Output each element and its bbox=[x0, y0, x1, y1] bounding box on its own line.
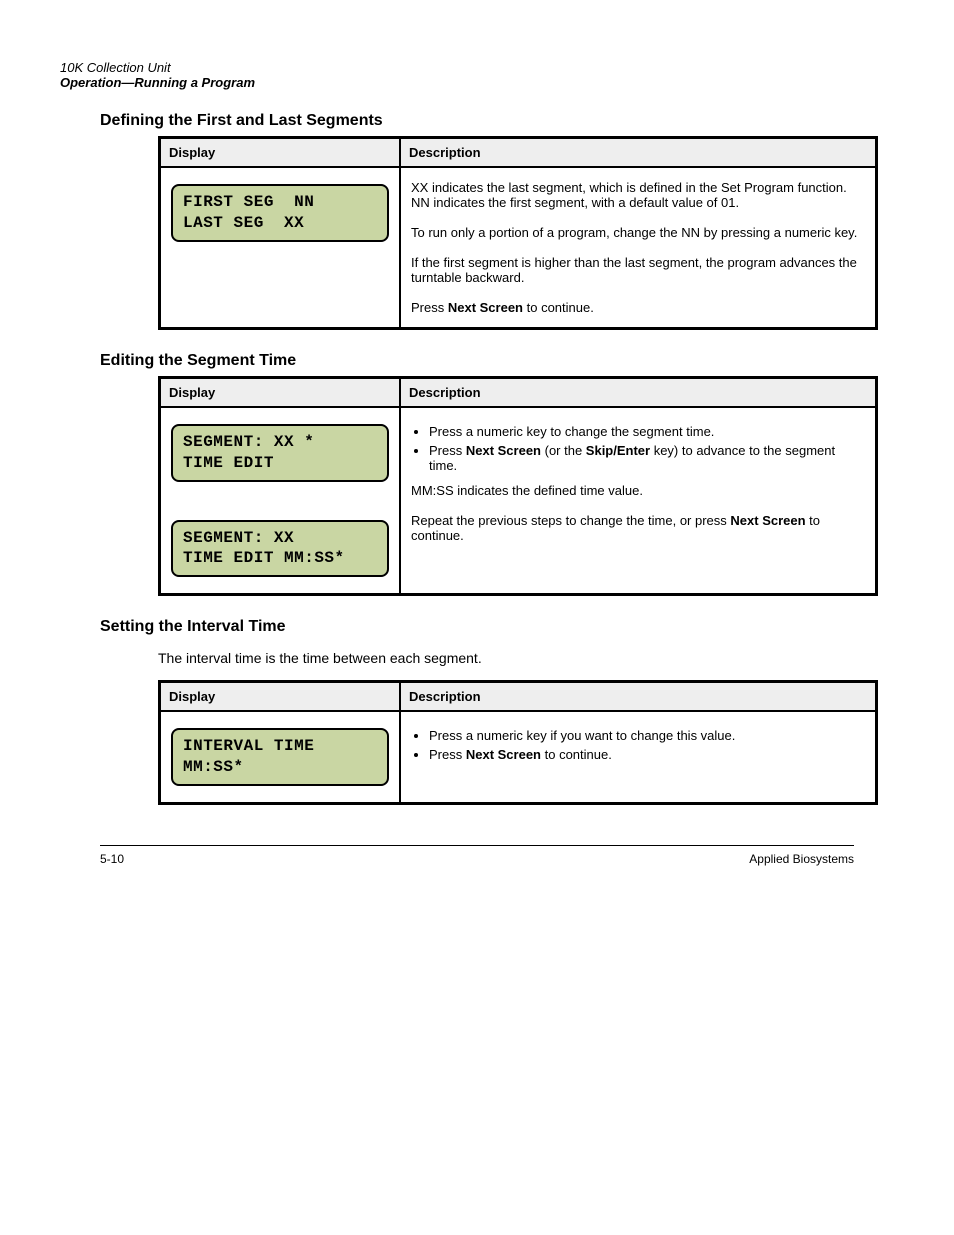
page-footer: 5-10 Applied Biosystems bbox=[100, 852, 854, 866]
table-header-display: Display bbox=[160, 682, 400, 711]
section-caption: The interval time is the time between ea… bbox=[158, 650, 854, 666]
lcd-screen: SEGMENT: XX TIME EDIT MM:SS* bbox=[171, 520, 389, 578]
table-header-display: Display bbox=[160, 378, 400, 407]
display-cell: INTERVAL TIME MM:SS* bbox=[160, 711, 400, 803]
table-header-display: Display bbox=[160, 138, 400, 167]
section-heading: Editing the Segment Time bbox=[100, 352, 854, 370]
section-heading: Setting the Interval Time bbox=[100, 618, 854, 636]
instruction-table: DisplayDescription FIRST SEG NN LAST SEG … bbox=[158, 136, 878, 330]
instruction-table: DisplayDescription INTERVAL TIME MM:SS*Pr… bbox=[158, 680, 878, 805]
section-heading: Defining the First and Last Segments bbox=[100, 112, 854, 130]
lcd-screen: SEGMENT: XX * TIME EDIT bbox=[171, 424, 389, 482]
lcd-screen: FIRST SEG NN LAST SEG XX bbox=[171, 184, 389, 242]
chapter-title: 10K Collection Unit bbox=[60, 60, 171, 75]
display-cell: FIRST SEG NN LAST SEG XX bbox=[160, 167, 400, 328]
footer-divider bbox=[100, 845, 854, 846]
instruction-table: DisplayDescriptionSEGMENT: XX * TIME EDI… bbox=[158, 376, 878, 596]
table-header-description: Description bbox=[400, 682, 876, 711]
table-header-description: Description bbox=[400, 378, 876, 407]
description-cell: Press a numeric key to change the segmen… bbox=[400, 407, 876, 594]
page-number: 5-10 bbox=[100, 852, 124, 866]
company-name: Applied Biosystems bbox=[749, 852, 854, 866]
description-cell: Press a numeric key if you want to chang… bbox=[400, 711, 876, 803]
page-header: 10K Collection Unit Operation—Running a … bbox=[60, 60, 854, 90]
lcd-screen: INTERVAL TIME MM:SS* bbox=[171, 728, 389, 786]
table-header-description: Description bbox=[400, 138, 876, 167]
description-cell: XX indicates the last segment, which is … bbox=[400, 167, 876, 328]
section-subtitle: Operation—Running a Program bbox=[60, 75, 255, 90]
display-cell: SEGMENT: XX * TIME EDIT SEGMENT: XX TIME … bbox=[160, 407, 400, 594]
